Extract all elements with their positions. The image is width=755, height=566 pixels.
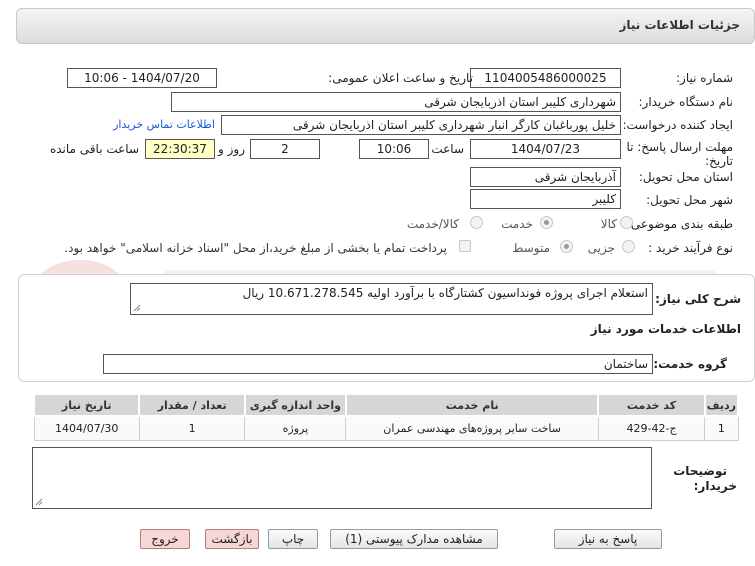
payment-note: پرداخت تمام یا بخشی از مبلغ خرید،از محل … [64,241,447,255]
general-desc-textarea[interactable]: استعلام اجرای پروژه فونداسیون کشتارگاه ب… [130,283,653,315]
category-radio-service[interactable] [540,216,553,229]
purchase-radio-medium[interactable] [560,240,573,253]
category-label: طبقه بندی موضوعی: [626,217,733,231]
deadline-date-field: 1404/07/23 [470,139,621,159]
need-number-label: شماره نیاز: [676,71,733,85]
buyer-contact-link[interactable]: اطلاعات تماس خریدار [113,118,215,131]
buyer-org-field: شهرداری کلیبر استان اذربایجان شرقی [171,92,621,112]
category-radio-goods[interactable] [620,216,633,229]
buyer-notes-label-1: توضیحات [673,464,727,478]
delivery-province-label: استان محل تحویل: [638,170,733,184]
print-button[interactable]: چاپ [268,529,318,549]
col-need-date: تاریخ نیاز [32,393,141,417]
day-and-label: روز و [218,142,245,156]
details-header: جزئیات اطلاعات نیاز [16,8,755,44]
announce-datetime-field: 1404/07/20 - 10:06 [67,68,217,88]
buyer-notes-textarea[interactable] [32,447,652,509]
category-option-goods: کالا [600,217,617,231]
buyer-notes-label-2: خریدار: [693,479,737,493]
treasury-bond-checkbox[interactable] [459,240,471,252]
table-row: 1 ج-42-429 ساخت سایر پروژه‌های مهندسی عم… [33,415,739,441]
services-info-heading: اطلاعات خدمات مورد نیاز [590,322,741,336]
announce-datetime-label: تاریخ و ساعت اعلان عمومی: [328,71,473,85]
cell-row-number: 1 [704,415,739,441]
general-desc-text: استعلام اجرای پروژه فونداسیون کشتارگاه ب… [242,286,648,300]
remaining-time-field: 22:30:37 [145,139,215,159]
need-number-field: 1104005486000025 [470,68,621,88]
col-unit: واحد اندازه گیری [243,393,347,417]
category-radio-goods-service[interactable] [470,216,483,229]
cell-unit: پروژه [244,415,347,441]
cell-quantity: 1 [138,415,246,441]
resize-grip-icon[interactable] [35,498,43,506]
cell-need-date: 1404/07/30 [33,415,140,441]
col-service-code: کد خدمت [597,393,706,417]
general-desc-label: شرح کلی نیاز: [655,292,741,306]
services-table: ردیف کد خدمت نام خدمت واحد اندازه گیری ت… [32,393,740,441]
requester-label: ایجاد کننده درخواست: [622,118,733,132]
category-option-service: خدمت [501,217,533,231]
resize-grip-icon[interactable] [133,304,141,312]
deadline-time-field: 10:06 [359,139,429,159]
requester-field: خلیل پورباغبان کارگر انبار شهرداری کلیبر… [221,115,621,135]
col-row-number: ردیف [703,393,740,417]
time-remaining-label: ساعت باقی مانده [49,142,139,156]
view-attachments-button[interactable]: مشاهده مدارک پیوستی (1) [330,529,498,549]
service-group-label: گروه خدمت: [653,357,727,371]
delivery-city-label: شهر محل تحویل: [646,193,733,207]
purchase-radio-minor[interactable] [622,240,635,253]
deadline-date-label: تاریخ: [705,154,733,168]
time-label: ساعت [431,142,464,156]
exit-button[interactable]: خروج [140,529,190,549]
cell-service-code: ج-42-429 [597,415,706,441]
services-table-header: ردیف کد خدمت نام خدمت واحد اندازه گیری ت… [32,393,740,417]
page-title: جزئیات اطلاعات نیاز [619,18,740,32]
back-button[interactable]: بازگشت [205,529,259,549]
col-service-name: نام خدمت [344,393,600,417]
col-quantity: تعداد / مقدار [138,393,246,417]
category-option-goods-service: کالا/خدمت [406,217,459,231]
service-group-field: ساختمان [103,354,653,374]
purchase-option-minor: جزیی [587,241,615,255]
cell-service-name: ساخت سایر پروژه‌های مهندسی عمران [345,415,599,441]
purchase-option-medium: متوسط [512,241,550,255]
reply-button[interactable]: پاسخ به نیاز [554,529,662,549]
province-field: آذربایجان شرقی [470,167,621,187]
city-field: کلیبر [470,189,621,209]
buyer-org-label: نام دستگاه خریدار: [638,95,734,109]
days-field: 2 [250,139,320,159]
deadline-label: مهلت ارسال پاسخ: تا [626,140,733,154]
purchase-type-label: نوع فرآیند خرید : [648,241,733,255]
